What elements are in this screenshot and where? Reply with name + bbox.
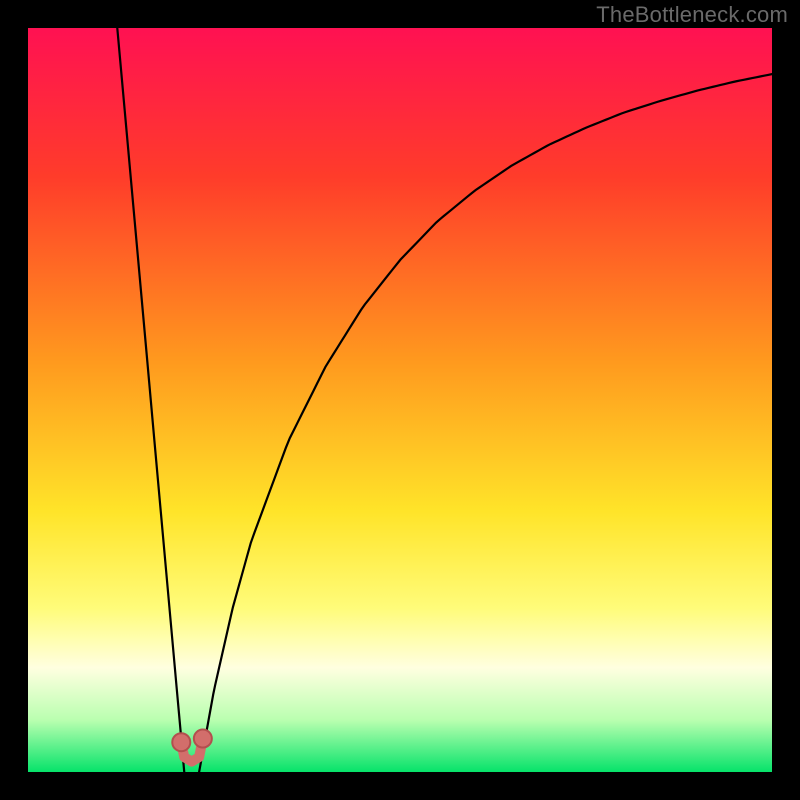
chart-frame: TheBottleneck.com [0,0,800,800]
plot-svg [28,28,772,772]
trough-marker-left [172,733,190,751]
watermark-text: TheBottleneck.com [596,2,788,28]
plot-area [28,28,772,772]
trough-marker-right [194,730,212,748]
gradient-background [28,28,772,772]
